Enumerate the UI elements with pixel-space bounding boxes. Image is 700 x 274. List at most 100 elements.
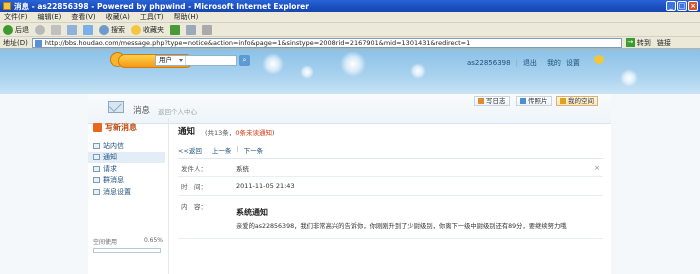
page-favicon-icon [34,39,42,47]
links-button[interactable]: 链接 [657,38,671,48]
menu-favorites[interactable]: 收藏(A) [106,12,130,22]
address-bar: 地址(D) http://bbs.houdao.com/message.php?… [0,37,700,49]
sidebar-item-requests[interactable]: 请求 [88,163,165,175]
upload-photo-label: 传照片 [528,97,548,105]
home-space-icon [560,98,566,104]
go-button[interactable]: → 转到 [625,38,651,48]
sidebar-item-label: 请求 [103,164,117,173]
divider: | [515,59,518,67]
my-space-label: 我的空间 [568,97,594,105]
username-link[interactable]: as22856398 [467,59,511,67]
address-url: http://bbs.houdao.com/message.php?type=n… [44,38,471,47]
menu-tools[interactable]: 工具(T) [140,12,164,22]
menu-edit[interactable]: 编辑(E) [38,12,62,22]
upload-photo-button[interactable]: 传照片 [516,96,552,106]
mail-icon[interactable] [186,24,196,35]
count-prefix: (共13条， [205,129,236,137]
request-icon [93,165,100,172]
go-label: 转到 [636,38,651,47]
favorites-label: 收藏夹 [143,25,164,34]
back-link[interactable]: <<返回 [178,145,202,155]
site-search-button[interactable]: ⌕ [239,55,250,66]
notice-title: 通知 [178,127,196,137]
user-bar: as22856398 | 退出 我的 设置 [467,58,580,68]
write-blog-button[interactable]: 写日志 [474,96,510,106]
space-usage: 空间使用 0.65% [93,237,163,253]
content-label: 内 容： [181,203,207,211]
back-button[interactable]: 后退 [3,24,29,35]
space-usage-label: 空间使用 [93,239,118,246]
notice-content-title: 系统通知 [236,208,268,217]
minimize-button[interactable]: _ [666,1,676,11]
compose-label: 写新消息 [105,123,137,132]
notification-icon[interactable] [594,55,604,64]
sidebar-item-notice[interactable]: 通知 [88,151,165,163]
settings-link[interactable]: 设置 [566,58,580,68]
chevron-down-icon [179,59,183,62]
sidebar-item-inbox[interactable]: 站内信 [88,140,165,152]
refresh-icon[interactable] [67,24,77,35]
sidebar-item-label: 消息设置 [103,187,131,196]
previous-link[interactable]: 上一条 [212,145,232,155]
my-space-button[interactable]: 我的空间 [556,96,598,106]
group-icon [93,177,100,184]
menu-view[interactable]: 查看(V) [71,12,95,22]
time-value: 2011-11-05 21:43 [236,182,295,190]
back-arrow-icon [3,24,13,35]
search-type-select[interactable]: 用户 [156,56,186,65]
my-link[interactable]: 我的 [547,58,561,68]
notice-detail-panel: 通知 (共13条，0条未读通知) <<返回 上一条 | 下一条 发件人： 系统 … [168,118,611,274]
home-icon[interactable] [83,24,93,35]
notice-pager: <<返回 上一条 | 下一条 [178,145,263,155]
search-icon [99,24,109,35]
write-blog-label: 写日志 [486,97,506,105]
sidebar-item-message-settings[interactable]: 消息设置 [88,186,165,198]
print-icon[interactable] [202,24,212,35]
menu-help[interactable]: 帮助(H) [174,12,199,22]
maximize-button[interactable]: □ [677,1,687,11]
space-usage-percent: 0.65% [143,237,163,244]
address-input[interactable]: http://bbs.houdao.com/message.php?type=n… [31,37,622,48]
time-label: 时 间： [181,183,207,191]
ie-app-icon [3,2,11,10]
search-button[interactable]: 搜索 [99,24,125,35]
sidebar-nav: 站内信 通知 请求 群消息 消息设置 [88,140,165,198]
gear-icon [93,188,100,195]
envelope-icon [108,101,124,113]
divider [178,238,603,239]
search-label: 搜索 [111,25,125,34]
favorites-button[interactable]: 收藏夹 [131,24,164,35]
stop-icon[interactable] [51,24,61,35]
divider [178,176,603,177]
dandelion-decoration [410,63,426,79]
sidebar-item-label: 站内信 [103,141,124,150]
sidebar-item-label: 群消息 [103,176,124,185]
forward-button[interactable] [35,24,45,35]
favorites-star-icon [131,24,141,35]
window-titlebar: 消息 - as22856398 - Powered by phpwind - M… [0,0,700,12]
bell-icon [93,154,100,161]
back-to-center-link[interactable]: 返回个人中心 [158,106,197,116]
dandelion-decoration [262,53,284,75]
next-link[interactable]: 下一条 [244,145,264,155]
site-search-box[interactable]: 用户 [155,55,237,66]
logout-link[interactable]: 退出 [523,58,537,68]
window-title: 消息 - as22856398 - Powered by phpwind - M… [14,1,309,11]
sender-row: 发件人： 系统 × [178,163,603,173]
menu-bar: 文件(F) 编辑(E) 查看(V) 收藏(A) 工具(T) 帮助(H) [0,12,700,23]
unread-count-link[interactable]: 0条未读通知 [235,129,272,137]
compose-button[interactable]: 写新消息 [93,122,137,133]
close-button[interactable]: × [688,1,698,11]
notice-content-body: 亲爱的as22856398，我们非常高兴的告诉你，你刚刚升到了少尉级别，你离下一… [236,223,567,230]
sidebar-item-group-messages[interactable]: 群消息 [88,175,165,187]
space-usage-bar [93,248,161,253]
back-label: 后退 [15,25,29,34]
history-icon[interactable] [170,24,180,35]
close-icon[interactable]: × [594,164,600,172]
sender-label: 发件人： [181,165,207,173]
go-arrow-icon: → [625,38,635,47]
notice-count: (共13条，0条未读通知) [205,127,275,137]
dandelion-decoration [340,51,366,77]
menu-file[interactable]: 文件(F) [4,12,28,22]
count-suffix: ) [271,129,275,137]
